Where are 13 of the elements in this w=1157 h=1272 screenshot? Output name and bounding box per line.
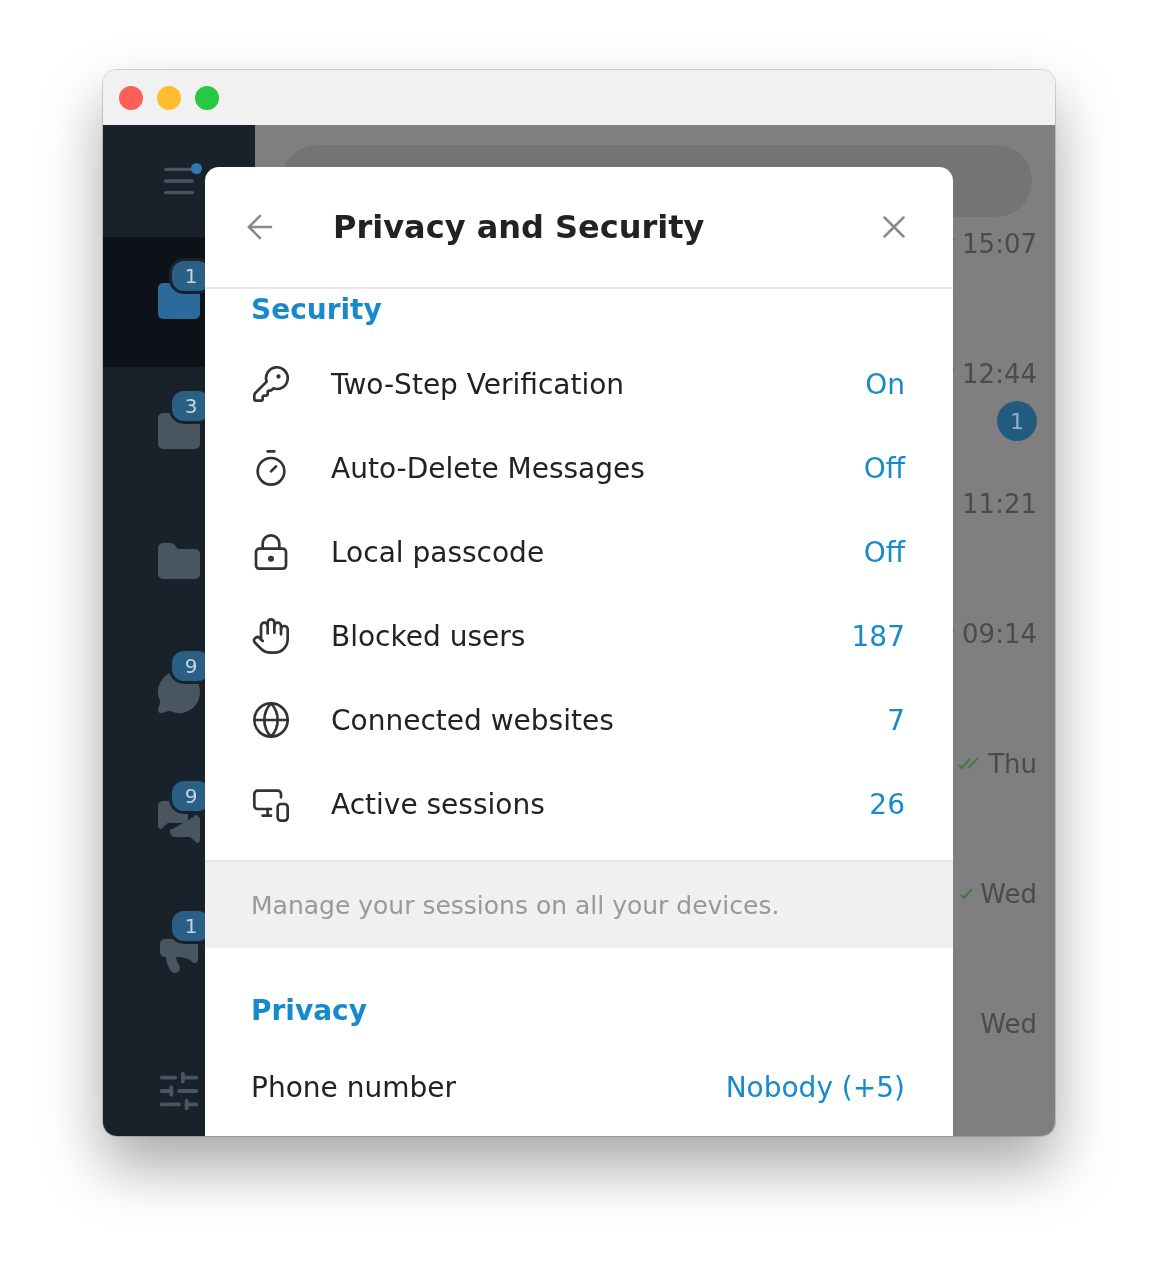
notification-dot: [191, 163, 202, 174]
settings-row[interactable]: Phone number Nobody (+5): [205, 1045, 953, 1129]
globe-icon: [251, 700, 291, 740]
zoom-window-button[interactable]: [195, 85, 219, 110]
section-heading: Privacy: [250, 994, 368, 1027]
hand-icon: [251, 616, 291, 656]
settings-row[interactable]: Auto-Delete Messages Off: [205, 426, 953, 510]
close-window-button[interactable]: [119, 85, 143, 110]
settings-row[interactable]: Local passcode Off: [205, 510, 953, 594]
key-icon: [251, 364, 291, 404]
dialog-title: Privacy and Security: [333, 208, 706, 246]
section-note: Manage your sessions on all your devices.: [205, 860, 953, 948]
unread-count: 1: [997, 401, 1037, 441]
